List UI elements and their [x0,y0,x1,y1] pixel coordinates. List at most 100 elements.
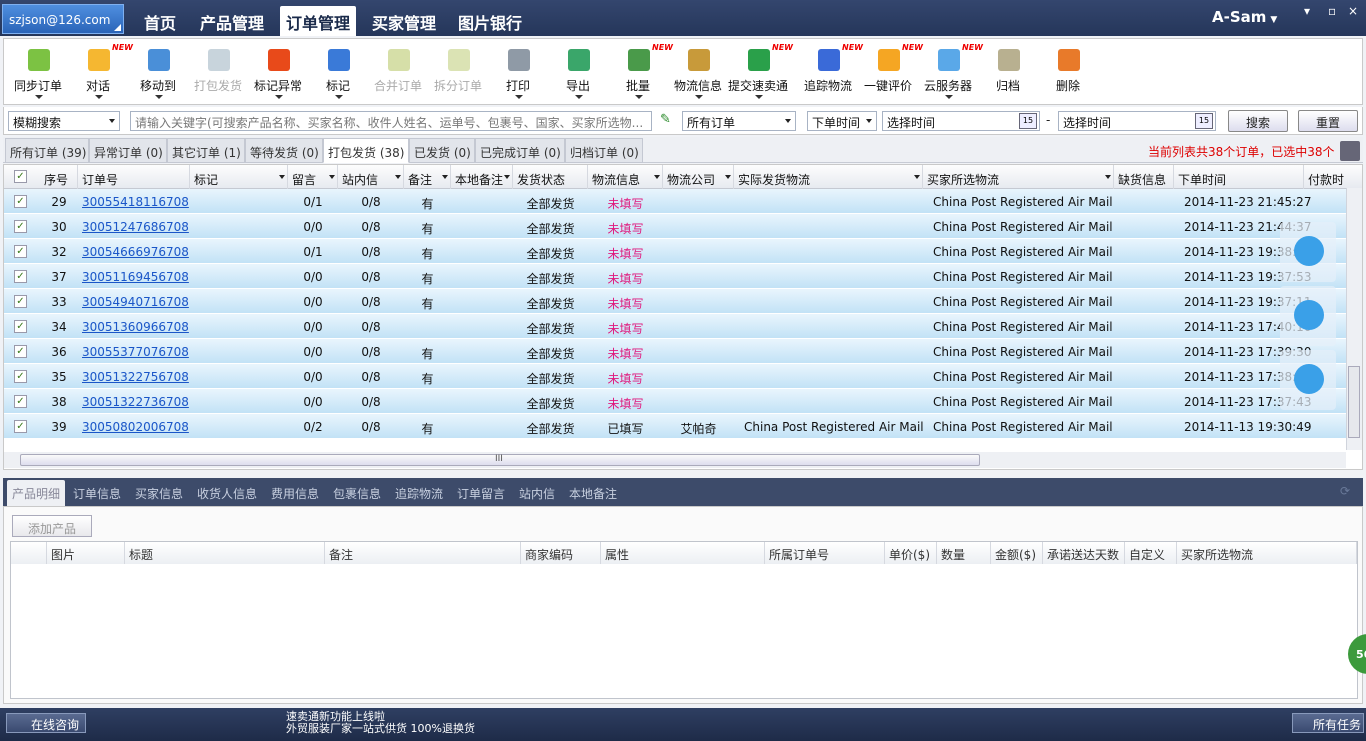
column-header[interactable]: 实际发货物流 [734,165,923,189]
cell-order[interactable]: 30051322756708 [82,364,194,389]
calendar-icon[interactable]: 15 [1019,113,1037,129]
order-number-link[interactable]: 30051360966708 [82,320,189,334]
start-time-input[interactable]: 选择时间 15 [882,111,1040,131]
tab-order-status[interactable]: 等待发货 (0) [245,138,323,163]
search-button[interactable]: 搜索 [1228,110,1288,132]
detail-column-header[interactable]: 单价($) [885,542,937,564]
toolbar-archive-button[interactable]: 归档 [978,39,1038,105]
cell-order[interactable]: 30054666976708 [82,239,194,264]
detail-column-header[interactable]: 备注 [325,542,521,564]
table-row[interactable]: ✓ 35 30051322756708 0/0 0/8 有 全部发货 未填写 China Pos… [4,364,1362,389]
time-type-select[interactable]: 下单时间 [807,111,877,131]
cell-order[interactable]: 30055377076708 [82,339,194,364]
column-header[interactable]: 站内信 [338,165,404,189]
chevron-down-icon[interactable] [575,95,583,99]
nav-item[interactable]: 买家管理 [366,8,442,36]
nav-item[interactable]: 订单管理 [280,6,357,36]
row-checkbox[interactable]: ✓ [14,420,27,433]
keyword-input[interactable]: 请输入关键字(可搜索产品名称、买家名称、收件人姓名、运单号、包裹号、国家、买家所… [130,111,652,131]
nav-item[interactable]: 产品管理 [194,8,270,36]
table-row[interactable]: ✓ 39 30050802006708 0/2 0/8 有 全部发货 已填写 艾帕奇 China … [4,414,1362,439]
column-header[interactable]: 序号 [40,165,78,189]
nav-item[interactable]: 图片银行 [452,8,528,36]
toolbar-batch-edit-button[interactable]: NEW 批量 [608,39,673,105]
order-filter-select[interactable]: 所有订单 [682,111,796,131]
reset-button[interactable]: 重置 [1298,110,1358,132]
order-number-link[interactable]: 30055377076708 [82,345,189,359]
row-checkbox[interactable]: ✓ [14,195,27,208]
order-number-link[interactable]: 30050802006708 [82,420,189,434]
detail-column-header[interactable]: 承诺送达天数 [1043,542,1125,564]
order-number-link[interactable]: 30051322736708 [82,395,189,409]
row-checkbox[interactable]: ✓ [14,245,27,258]
minimize-button[interactable]: ▾ [1304,4,1310,18]
tab-order-status[interactable]: 已完成订单 (0) [475,138,565,163]
column-header[interactable]: 订单号 [78,165,190,189]
toolbar-trash-button[interactable]: 删除 [1038,39,1098,105]
row-checkbox[interactable]: ✓ [14,395,27,408]
toolbar-move-button[interactable]: 移动到 [128,39,188,105]
cell-order[interactable]: 30051247686708 [82,214,194,239]
order-number-link[interactable]: 30051169456708 [82,270,189,284]
toolbar-red-flag-button[interactable]: 标记异常 [248,39,308,105]
cell-order[interactable]: 30051322736708 [82,389,194,414]
chevron-down-icon[interactable] [945,95,953,99]
chevron-down-icon[interactable] [275,95,283,99]
table-row[interactable]: ✓ 29 30055418116708 0/1 0/8 有 全部发货 未填写 China Pos… [4,189,1362,214]
toolbar-export-button[interactable]: 导出 [548,39,608,105]
row-checkbox[interactable]: ✓ [14,320,27,333]
filter-arrow-icon[interactable] [654,175,660,179]
table-row[interactable]: ✓ 32 30054666976708 0/1 0/8 有 全部发货 未填写 China Pos… [4,239,1362,264]
detail-column-header[interactable]: 标题 [125,542,325,564]
cell-order[interactable]: 30051169456708 [82,264,194,289]
calendar-icon[interactable]: 15 [1195,113,1213,129]
column-header[interactable]: 留言 [288,165,338,189]
chevron-down-icon[interactable] [695,95,703,99]
toolbar-pencil-button[interactable]: 物流信息 [668,39,728,105]
filter-arrow-icon[interactable] [329,175,335,179]
table-row[interactable]: ✓ 36 30055377076708 0/0 0/8 有 全部发货 未填写 China Pos… [4,339,1362,364]
search-mode-select[interactable]: 模糊搜索 [8,111,120,131]
add-product-button[interactable]: 添加产品 [12,515,92,537]
vertical-scroll-thumb[interactable] [1348,366,1360,438]
table-row[interactable]: ✓ 38 30051322736708 0/0 0/8 全部发货 未填写 China Post… [4,389,1362,414]
detail-tab[interactable]: 订单信息 [73,485,121,502]
filter-arrow-icon[interactable] [504,175,510,179]
detail-tab[interactable]: 收货人信息 [197,485,257,502]
chevron-down-icon[interactable] [635,95,643,99]
horizontal-scroll-thumb[interactable]: III [20,454,980,466]
refresh-icon[interactable]: ⟳ [1340,484,1354,498]
table-row[interactable]: ✓ 34 30051360966708 0/0 0/8 全部发货 未填写 China Post… [4,314,1362,339]
detail-column-header[interactable]: 属性 [601,542,765,564]
chevron-down-icon[interactable] [35,95,43,99]
chevron-down-icon[interactable] [155,95,163,99]
column-header[interactable]: 缺货信息 [1114,165,1174,189]
detail-column-header[interactable]: 金额($) [991,542,1043,564]
column-header[interactable]: 下单时间 [1174,165,1304,189]
row-checkbox[interactable]: ✓ [14,370,27,383]
table-row[interactable]: ✓ 33 30054940716708 0/0 0/8 有 全部发货 未填写 China Pos… [4,289,1362,314]
detail-tab[interactable]: 费用信息 [271,485,319,502]
tab-order-status[interactable]: 异常订单 (0) [89,138,167,163]
row-checkbox[interactable]: ✓ [14,220,27,233]
table-row[interactable]: ✓ 37 30051169456708 0/0 0/8 有 全部发货 未填写 China Pos… [4,264,1362,289]
filter-arrow-icon[interactable] [395,175,401,179]
column-header[interactable]: 物流公司 [663,165,734,189]
toolbar-cloud-button[interactable]: NEW 云服务器 [918,39,983,105]
close-button[interactable]: × [1348,4,1358,18]
detail-tab[interactable]: 包裹信息 [333,485,381,502]
column-settings-icon[interactable] [1340,141,1360,161]
toolbar-submit-arrow-button[interactable]: NEW 提交速卖通 [728,39,793,105]
chat-float-button[interactable] [1280,222,1336,282]
user-menu[interactable]: A-Sam ▼ [1212,8,1277,26]
bell-float-button[interactable] [1280,350,1336,410]
detail-tab[interactable]: 买家信息 [135,485,183,502]
column-header[interactable]: 本地备注 [451,165,513,189]
row-checkbox[interactable]: ✓ [14,270,27,283]
pencil-icon[interactable]: ✎ [660,112,676,128]
nav-item[interactable]: 首页 [138,8,182,36]
order-number-link[interactable]: 30054666976708 [82,245,189,259]
detail-tab[interactable]: 站内信 [519,485,555,502]
filter-arrow-icon[interactable] [1105,175,1111,179]
column-header[interactable]: 买家所选物流 [923,165,1114,189]
